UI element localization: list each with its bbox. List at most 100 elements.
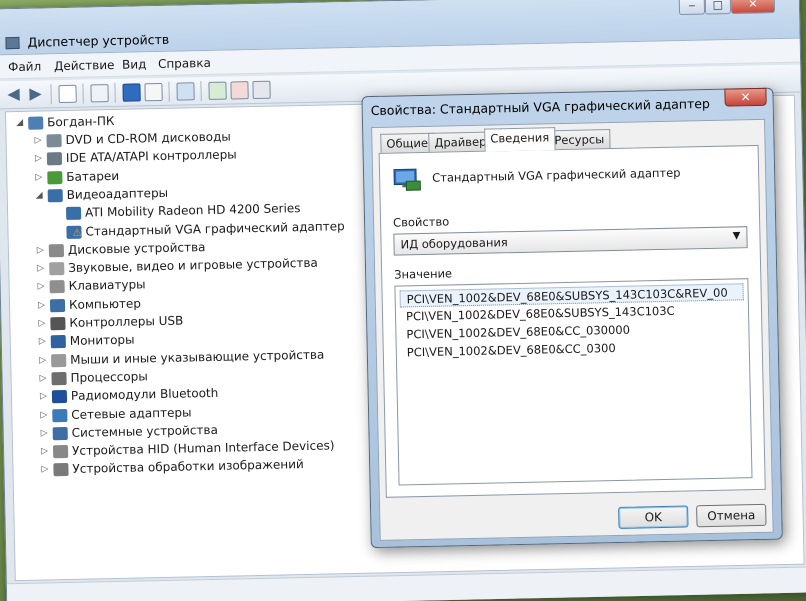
warning-icon: ⚠	[72, 227, 82, 239]
tab-resources[interactable]: Ресурсы	[548, 129, 611, 150]
usb-controller-icon	[50, 317, 66, 331]
tab-details[interactable]: Сведения	[484, 127, 556, 152]
dialog-body: Общие Драйвер Сведения Ресурсы Стандартн…	[371, 118, 774, 541]
expand-arrow-icon[interactable]: ▷	[38, 300, 48, 310]
show-hide-tree-icon[interactable]	[58, 84, 77, 104]
imaging-device-icon	[53, 463, 69, 477]
tree-item-label: Звуковые, видео и игровые устройства	[68, 255, 318, 276]
toolbar-separator	[114, 82, 116, 103]
tree-item-label: Радиомодули Bluetooth	[70, 386, 219, 404]
expand-arrow-icon[interactable]: ▷	[39, 355, 49, 365]
processor-icon	[51, 371, 67, 386]
maximize-button[interactable]: □	[704, 0, 732, 15]
toolbar-separator	[168, 81, 170, 102]
tree-item-label: Компьютер	[68, 296, 142, 312]
value-label: Значение	[394, 266, 453, 282]
tab-driver[interactable]: Драйвер	[428, 131, 493, 152]
collapse-arrow-icon[interactable]: ◢	[36, 190, 46, 200]
sound-device-icon	[49, 262, 65, 276]
tree-item-label: ATI Mobility Radeon HD 4200 Series	[84, 201, 301, 220]
expand-arrow-icon[interactable]: ▷	[35, 154, 45, 164]
back-arrow-icon[interactable]: ◀	[4, 84, 22, 104]
help-icon[interactable]	[122, 83, 141, 102]
dvd-drive-icon	[46, 134, 62, 148]
view-pane-icon[interactable]	[144, 82, 163, 102]
expand-arrow-icon[interactable]: ▷	[37, 263, 47, 274]
display-adapter-icon	[47, 188, 63, 203]
expand-arrow-icon[interactable]: ▷	[41, 446, 51, 456]
tree-item-label: IDE ATA/ATAPI контроллеры	[65, 147, 237, 166]
battery-icon	[47, 170, 63, 184]
menu-view[interactable]: Вид	[122, 57, 147, 72]
value-list[interactable]: PCI\VEN_1002&DEV_68E0&SUBSYS_143C103C&RE…	[394, 278, 753, 486]
desktop-background: Диспетчер устройств ‒ □ ✕ Файл Действие …	[0, 0, 806, 601]
expand-arrow-icon[interactable]: ▷	[39, 373, 49, 383]
cancel-button[interactable]: Отмена	[696, 503, 767, 528]
uninstall-device-icon[interactable]	[230, 81, 249, 100]
mouse-icon	[51, 353, 67, 367]
properties-icon[interactable]	[90, 84, 109, 103]
tree-item-label: Устройства HID (Human Interface Devices)	[71, 438, 335, 458]
toolbar-separator	[50, 84, 52, 105]
tree-item-label: Клавиатуры	[68, 277, 146, 294]
display-adapter-icon	[393, 168, 421, 191]
computer-icon	[28, 116, 44, 130]
tree-item-label: Процессоры	[70, 369, 148, 385]
expand-arrow-icon[interactable]: ▷	[39, 337, 49, 347]
tree-item-label: Стандартный VGA графический адаптер	[85, 218, 345, 239]
tree-item-label: Мониторы	[69, 332, 135, 349]
ok-button[interactable]: OK	[618, 505, 689, 529]
tree-item-label: Дисковые устройства	[67, 239, 206, 257]
tree-item-label: DVD и CD-ROM дисководы	[65, 129, 231, 147]
toolbar-separator	[82, 83, 84, 104]
tree-item-label: Сетевые адаптеры	[71, 404, 192, 422]
device-manager-icon	[5, 36, 20, 50]
expand-arrow-icon[interactable]: ▷	[38, 318, 48, 328]
computer-icon	[49, 298, 66, 313]
tab-general[interactable]: Общие	[380, 132, 435, 153]
property-dropdown[interactable]: ИД оборудования ▼	[393, 226, 748, 256]
scan-hardware-icon[interactable]	[176, 82, 195, 101]
disable-device-icon[interactable]	[252, 80, 271, 100]
tree-item-label: Системные устройства	[71, 422, 219, 440]
menu-action[interactable]: Действие	[54, 58, 115, 73]
expand-arrow-icon[interactable]: ▷	[35, 172, 45, 182]
keyboard-icon	[49, 280, 65, 294]
property-dropdown-value: ИД оборудования	[400, 235, 508, 252]
chevron-down-icon: ▼	[732, 230, 741, 242]
tree-item-label: Батареи	[66, 168, 120, 184]
network-adapter-icon	[52, 408, 68, 422]
expand-arrow-icon[interactable]: ▷	[34, 135, 44, 145]
collapse-arrow-icon[interactable]: ◢	[16, 118, 26, 128]
tree-item-label: Контроллеры USB	[69, 313, 184, 330]
close-button[interactable]: ✕	[730, 0, 776, 15]
tree-item-label: Видеоадаптеры	[66, 185, 169, 202]
display-adapter-warning-icon: ⚠	[66, 225, 82, 239]
tree-item-label: Устройства обработки изображений	[72, 457, 304, 477]
update-driver-icon[interactable]	[208, 81, 227, 100]
properties-dialog: Свойства: Стандартный VGA графический ад…	[361, 87, 783, 549]
dialog-close-button[interactable]: ✕	[724, 87, 767, 107]
hid-device-icon	[52, 445, 69, 459]
expand-arrow-icon[interactable]: ▷	[40, 392, 50, 402]
minimize-button[interactable]: ‒	[678, 0, 706, 16]
ide-controller-icon	[46, 152, 63, 166]
expand-arrow-icon[interactable]: ▷	[38, 282, 48, 292]
display-adapter-icon	[65, 206, 82, 221]
expand-arrow-icon[interactable]: ▷	[37, 245, 47, 255]
monitor-icon	[50, 335, 66, 349]
bluetooth-icon	[51, 390, 68, 404]
expand-arrow-icon[interactable]: ▷	[41, 465, 51, 475]
disk-drive-icon	[48, 243, 65, 258]
tree-root-label: Богдан-ПК	[47, 113, 115, 130]
window-title: Диспетчер устройств	[27, 31, 170, 50]
expand-arrow-icon[interactable]: ▷	[41, 428, 51, 438]
property-label: Свойство	[392, 214, 450, 230]
tree-item-label: Мыши и иные указывающие устройства	[70, 347, 325, 367]
forward-arrow-icon[interactable]: ▶	[26, 83, 44, 103]
menu-help[interactable]: Справка	[158, 56, 211, 71]
device-name: Стандартный VGA графический адаптер	[432, 165, 681, 185]
menu-file[interactable]: Файл	[8, 59, 41, 74]
expand-arrow-icon[interactable]: ▷	[40, 410, 50, 420]
details-tab-panel: Стандартный VGA графический адаптер Свой…	[378, 144, 766, 498]
